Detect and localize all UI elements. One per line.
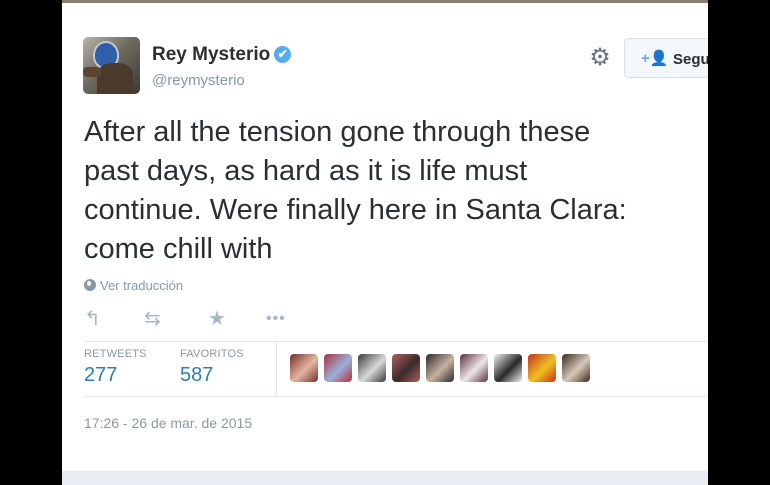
favoriter-avatar[interactable]: [460, 354, 488, 382]
favoriter-avatar[interactable]: [392, 354, 420, 382]
tweet-text: After all the tension gone through these…: [84, 113, 708, 269]
favoriter-avatar[interactable]: [324, 354, 352, 382]
follow-button-label: Segu: [673, 51, 708, 68]
tweet-line: past days, as hard as it is life must: [84, 155, 528, 187]
translate-label[interactable]: Ver traducción: [100, 278, 183, 293]
verified-badge-icon: ✔: [274, 46, 292, 63]
favorites-label: FAVORITOS: [180, 348, 244, 360]
gear-icon[interactable]: ⚙: [586, 44, 614, 72]
favorites-stat[interactable]: FAVORITOS 587: [180, 348, 244, 387]
favoriter-avatar[interactable]: [290, 354, 318, 382]
stats-separator: [276, 341, 277, 396]
reply-icon[interactable]: ↰: [84, 306, 101, 332]
more-icon[interactable]: •••: [266, 306, 286, 332]
star-icon[interactable]: ★: [208, 306, 226, 332]
retweet-icon[interactable]: ⇆: [144, 306, 161, 332]
tweet-card: Rey Mysterio ✔ @reymysterio ⚙ +👤 Segu Aft…: [62, 3, 708, 485]
tweet-line: continue. Were finally here in Santa Cla…: [84, 194, 627, 226]
retweets-stat[interactable]: RETWEETS 277: [84, 348, 147, 387]
add-user-icon: +👤: [641, 50, 669, 67]
user-handle[interactable]: @reymysterio: [152, 72, 245, 89]
favorites-count[interactable]: 587: [180, 364, 244, 387]
avatar-arm-shape: [83, 67, 101, 77]
divider: [84, 341, 708, 342]
avatar[interactable]: [83, 37, 140, 94]
globe-icon: [84, 279, 96, 291]
favoriter-avatar[interactable]: [494, 354, 522, 382]
retweets-count[interactable]: 277: [84, 364, 147, 387]
translate-link[interactable]: Ver traducción: [84, 278, 183, 293]
footer-bar: [62, 471, 708, 485]
avatar-body-shape: [97, 63, 133, 94]
favoriter-avatar[interactable]: [562, 354, 590, 382]
retweets-label: RETWEETS: [84, 348, 147, 360]
user-name[interactable]: Rey Mysterio ✔: [152, 44, 292, 66]
favoriter-avatar[interactable]: [426, 354, 454, 382]
favoriter-avatar[interactable]: [358, 354, 386, 382]
tweet-timestamp[interactable]: 17:26 - 26 de mar. de 2015: [84, 415, 252, 431]
favoriter-avatar[interactable]: [528, 354, 556, 382]
divider: [84, 396, 708, 397]
tweet-line: After all the tension gone through these: [84, 116, 591, 148]
user-name-text[interactable]: Rey Mysterio: [152, 44, 270, 65]
follow-button[interactable]: +👤 Segu: [624, 38, 708, 78]
tweet-line: come chill with: [84, 233, 273, 265]
